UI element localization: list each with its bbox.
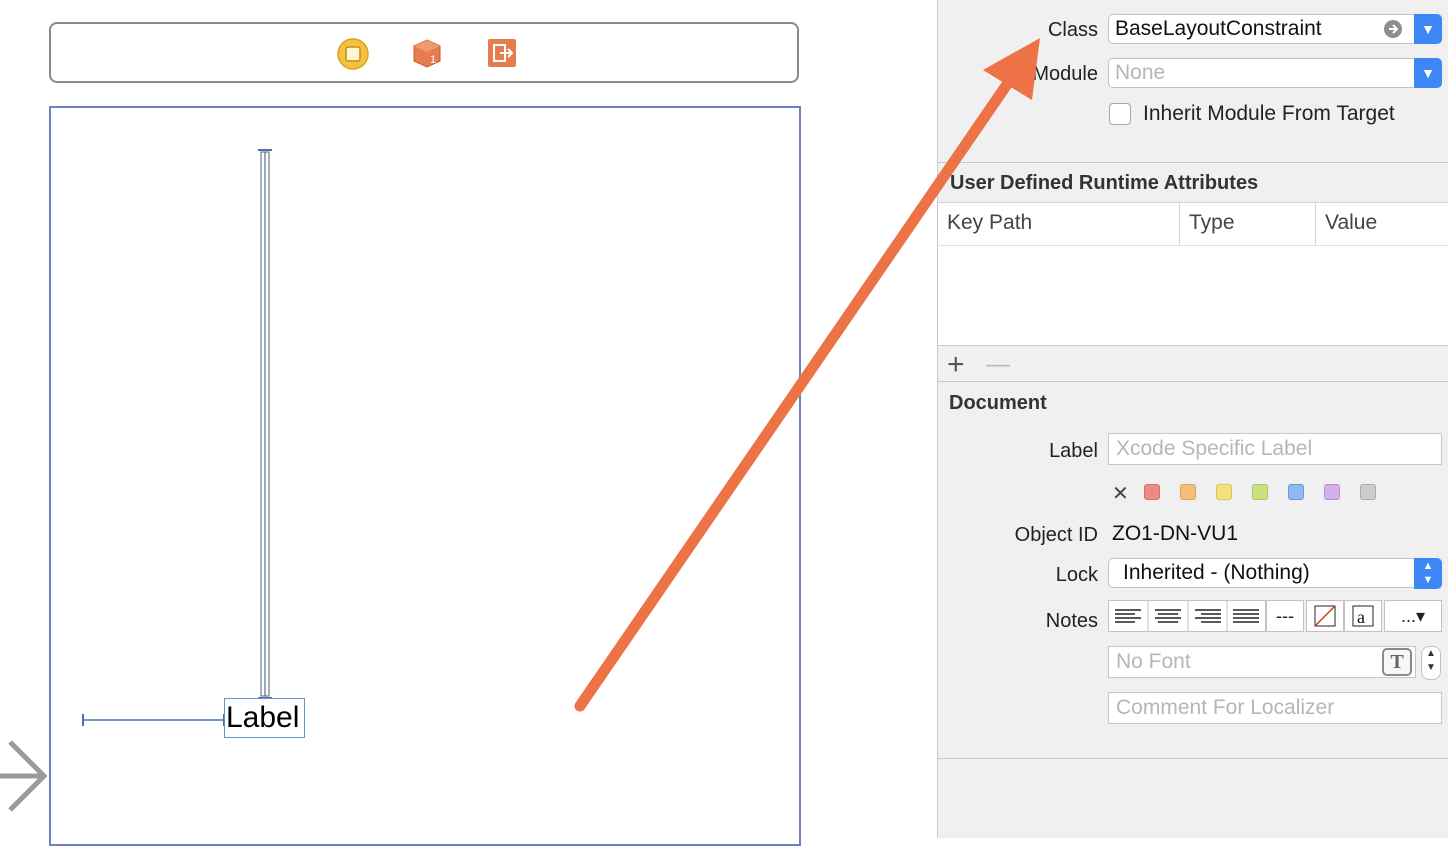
view-controller-icon[interactable] xyxy=(337,38,369,70)
divider xyxy=(938,381,1448,382)
color-swatch-gray[interactable] xyxy=(1360,484,1376,500)
storyboard-canvas[interactable]: 1 Label xyxy=(0,0,937,846)
more-options-button[interactable]: ...▾ xyxy=(1384,600,1442,632)
xcode-label-field[interactable]: Xcode Specific Label xyxy=(1108,433,1442,465)
font-field[interactable]: No Font xyxy=(1108,646,1416,678)
add-attribute-button[interactable]: + xyxy=(947,348,965,382)
divider xyxy=(938,162,1448,163)
font-stepper[interactable]: ▲ ▼ xyxy=(1421,646,1441,680)
inherit-module-label: Inherit Module From Target xyxy=(1143,102,1395,125)
vertical-constraint[interactable] xyxy=(255,146,275,702)
up-down-chevron-icon[interactable]: ▲ ▼ xyxy=(1414,558,1442,589)
document-title: Document xyxy=(949,392,1047,414)
first-responder-icon[interactable]: 1 xyxy=(412,38,442,68)
module-field[interactable]: None ▼ xyxy=(1108,58,1442,88)
column-key-path[interactable]: Key Path xyxy=(938,203,1180,245)
color-swatch-green[interactable] xyxy=(1252,484,1268,500)
color-swatch-blue[interactable] xyxy=(1288,484,1304,500)
runtime-attributes-table[interactable]: Key Path Type Value xyxy=(938,202,1448,346)
no-color-icon[interactable] xyxy=(1306,600,1344,632)
remove-attribute-button[interactable]: — xyxy=(986,350,1010,380)
class-label: Class xyxy=(1047,19,1098,41)
more-options-label: ...▾ xyxy=(1400,606,1426,626)
object-id-value: ZO1-DN-VU1 xyxy=(1112,522,1239,545)
font-placeholder: No Font xyxy=(1116,650,1191,673)
class-field[interactable]: BaseLayoutConstraint ▼ xyxy=(1108,14,1442,44)
lock-popup[interactable]: Inherited - (Nothing) ▲ ▼ xyxy=(1108,558,1442,589)
column-value[interactable]: Value xyxy=(1316,203,1448,245)
notes-dashes-button[interactable]: --- xyxy=(1266,600,1304,632)
view-controller-view[interactable] xyxy=(49,106,801,846)
leading-constraint[interactable] xyxy=(78,710,228,730)
module-label: Module xyxy=(1032,63,1098,85)
chevron-down-icon[interactable]: ▼ xyxy=(1414,58,1442,88)
object-id-label: Object ID xyxy=(1014,524,1098,546)
clear-color-icon[interactable]: ✕ xyxy=(1112,481,1129,506)
color-swatch-red[interactable] xyxy=(1144,484,1160,500)
scene-dock: 1 xyxy=(49,22,799,83)
identity-inspector: Class BaseLayoutConstraint ▼ Module None… xyxy=(937,0,1448,838)
divider xyxy=(938,758,1448,759)
label-view[interactable]: Label xyxy=(224,698,305,738)
notes-label: Notes xyxy=(1045,610,1098,632)
module-placeholder: None xyxy=(1115,61,1166,84)
notes-alignment-segmented[interactable] xyxy=(1108,600,1266,632)
exit-icon[interactable] xyxy=(487,38,517,68)
chevron-down-icon[interactable]: ▼ xyxy=(1414,14,1442,44)
svg-text:a: a xyxy=(1357,607,1365,627)
class-value: BaseLayoutConstraint xyxy=(1115,17,1322,40)
text-color-icon[interactable]: a xyxy=(1344,600,1382,632)
font-picker-icon[interactable]: T xyxy=(1382,648,1412,676)
color-swatch-purple[interactable] xyxy=(1324,484,1340,500)
color-swatch-yellow[interactable] xyxy=(1216,484,1232,500)
runtime-attributes-title: User Defined Runtime Attributes xyxy=(950,172,1259,194)
header-divider xyxy=(938,245,1448,246)
color-swatch-orange[interactable] xyxy=(1180,484,1196,500)
inherit-module-checkbox[interactable] xyxy=(1109,103,1131,125)
lock-value: Inherited - (Nothing) xyxy=(1123,561,1310,584)
comment-for-localizer-field[interactable]: Comment For Localizer xyxy=(1108,692,1442,724)
go-to-class-icon[interactable] xyxy=(1383,19,1403,47)
column-type[interactable]: Type xyxy=(1180,203,1316,245)
svg-text:1: 1 xyxy=(430,54,436,66)
entry-point-arrow-icon xyxy=(0,740,48,812)
document-label-label: Label xyxy=(1049,440,1098,462)
lock-label: Lock xyxy=(1055,564,1098,586)
